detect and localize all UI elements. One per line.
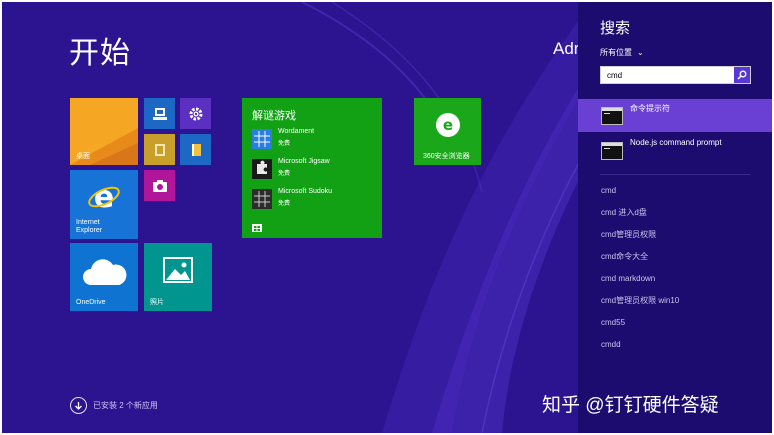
sudoku-icon [252, 189, 272, 209]
suggestion-item[interactable]: cmd管理员权限 [601, 229, 679, 251]
game-name: Wordament [278, 128, 315, 135]
jigsaw-icon [252, 159, 272, 179]
search-icon [737, 70, 747, 80]
book-icon [191, 143, 201, 156]
games-group-title: 解谜游戏 [252, 110, 296, 122]
game-price: 免费 [278, 171, 291, 177]
folder-icon [154, 143, 165, 156]
console-icon [601, 107, 623, 125]
tile-reading-list[interactable] [180, 134, 211, 165]
internet-explorer-icon: e [88, 180, 120, 214]
svg-text:e: e [443, 116, 453, 134]
search-scope-dropdown[interactable]: 所有位置 ⌄ [600, 47, 644, 58]
tile-puzzle-games-group[interactable]: 解谜游戏 Wordament 免费 Microsoft Jigsaw 免费 Mi… [242, 98, 382, 238]
tile-network[interactable] [144, 98, 175, 129]
network-icon [152, 107, 167, 120]
tile-pc-settings[interactable] [180, 98, 211, 129]
search-scope-label: 所有位置 [600, 48, 632, 57]
arrow-down-circle-icon [70, 397, 87, 414]
search-title: 搜索 [600, 20, 631, 37]
search-box [600, 66, 751, 84]
game-name: Microsoft Jigsaw [278, 158, 330, 165]
suggestion-item[interactable]: cmd 进入d盘 [601, 207, 679, 229]
game-price: 免费 [278, 201, 291, 207]
game-item[interactable]: Wordament 免费 [252, 128, 380, 152]
installed-apps-notice[interactable]: 已安装 2 个新应用 [70, 397, 158, 414]
watermark: 知乎 @钉钉硬件答疑 [542, 395, 719, 416]
tile-360-browser[interactable]: e 360安全浏览器 [414, 98, 481, 165]
tile-label: 360安全浏览器 [423, 153, 470, 160]
installed-notice-text: 已安装 2 个新应用 [93, 401, 158, 410]
wordament-icon [252, 129, 272, 149]
store-icon [252, 224, 262, 232]
chevron-down-icon: ⌄ [637, 48, 644, 57]
tile-label: Internet Explorer [76, 219, 103, 234]
game-price: 免费 [278, 141, 291, 147]
tile-file-explorer[interactable] [144, 134, 175, 165]
search-suggestions: cmd cmd 进入d盘 cmd管理员权限 cmd命令大全 cmd markdo… [601, 185, 679, 361]
cloud-icon [83, 259, 127, 285]
tile-onedrive[interactable]: OneDrive [70, 243, 138, 311]
tile-internet-explorer[interactable]: e Internet Explorer [70, 170, 138, 239]
search-result-command-prompt[interactable]: 命令提示符 [578, 99, 772, 132]
start-title: 开始 [69, 37, 131, 70]
tile-label: OneDrive [76, 299, 106, 306]
photo-icon [163, 257, 193, 283]
search-result-nodejs-prompt[interactable]: Node.js command prompt [578, 134, 772, 167]
suggestion-item[interactable]: cmdd [601, 339, 679, 361]
360-browser-icon: e [436, 113, 460, 137]
tile-photos[interactable]: 照片 [144, 243, 212, 311]
search-button[interactable] [734, 67, 750, 83]
gear-icon [189, 107, 202, 120]
divider [600, 174, 750, 175]
suggestion-item[interactable]: cmd管理员权限 win10 [601, 295, 679, 317]
search-pane: 搜索 所有位置 ⌄ 命令提示符 Node.js command prompt cm… [578, 2, 772, 433]
search-input[interactable] [601, 67, 733, 83]
console-icon [601, 142, 623, 160]
suggestion-item[interactable]: cmd55 [601, 317, 679, 339]
game-item[interactable]: Microsoft Jigsaw 免费 [252, 158, 380, 182]
tile-label: 桌面 [76, 153, 90, 160]
svg-text:e: e [94, 180, 114, 214]
result-label: 命令提示符 [630, 104, 670, 113]
tile-camera[interactable] [144, 170, 175, 201]
tile-desktop[interactable]: 桌面 [70, 98, 138, 165]
suggestion-item[interactable]: cmd命令大全 [601, 251, 679, 273]
game-name: Microsoft Sudoku [278, 188, 333, 195]
game-item[interactable]: Microsoft Sudoku 免费 [252, 188, 380, 212]
user-name[interactable]: Adr [553, 39, 579, 59]
start-screen: 开始 Adr 桌面 e Internet Explorer OneDrive 照… [2, 2, 772, 433]
result-label: Node.js command prompt [630, 138, 722, 147]
suggestion-item[interactable]: cmd [601, 185, 679, 207]
suggestion-item[interactable]: cmd markdown [601, 273, 679, 295]
camera-icon [152, 179, 167, 192]
tile-label: 照片 [150, 299, 164, 306]
